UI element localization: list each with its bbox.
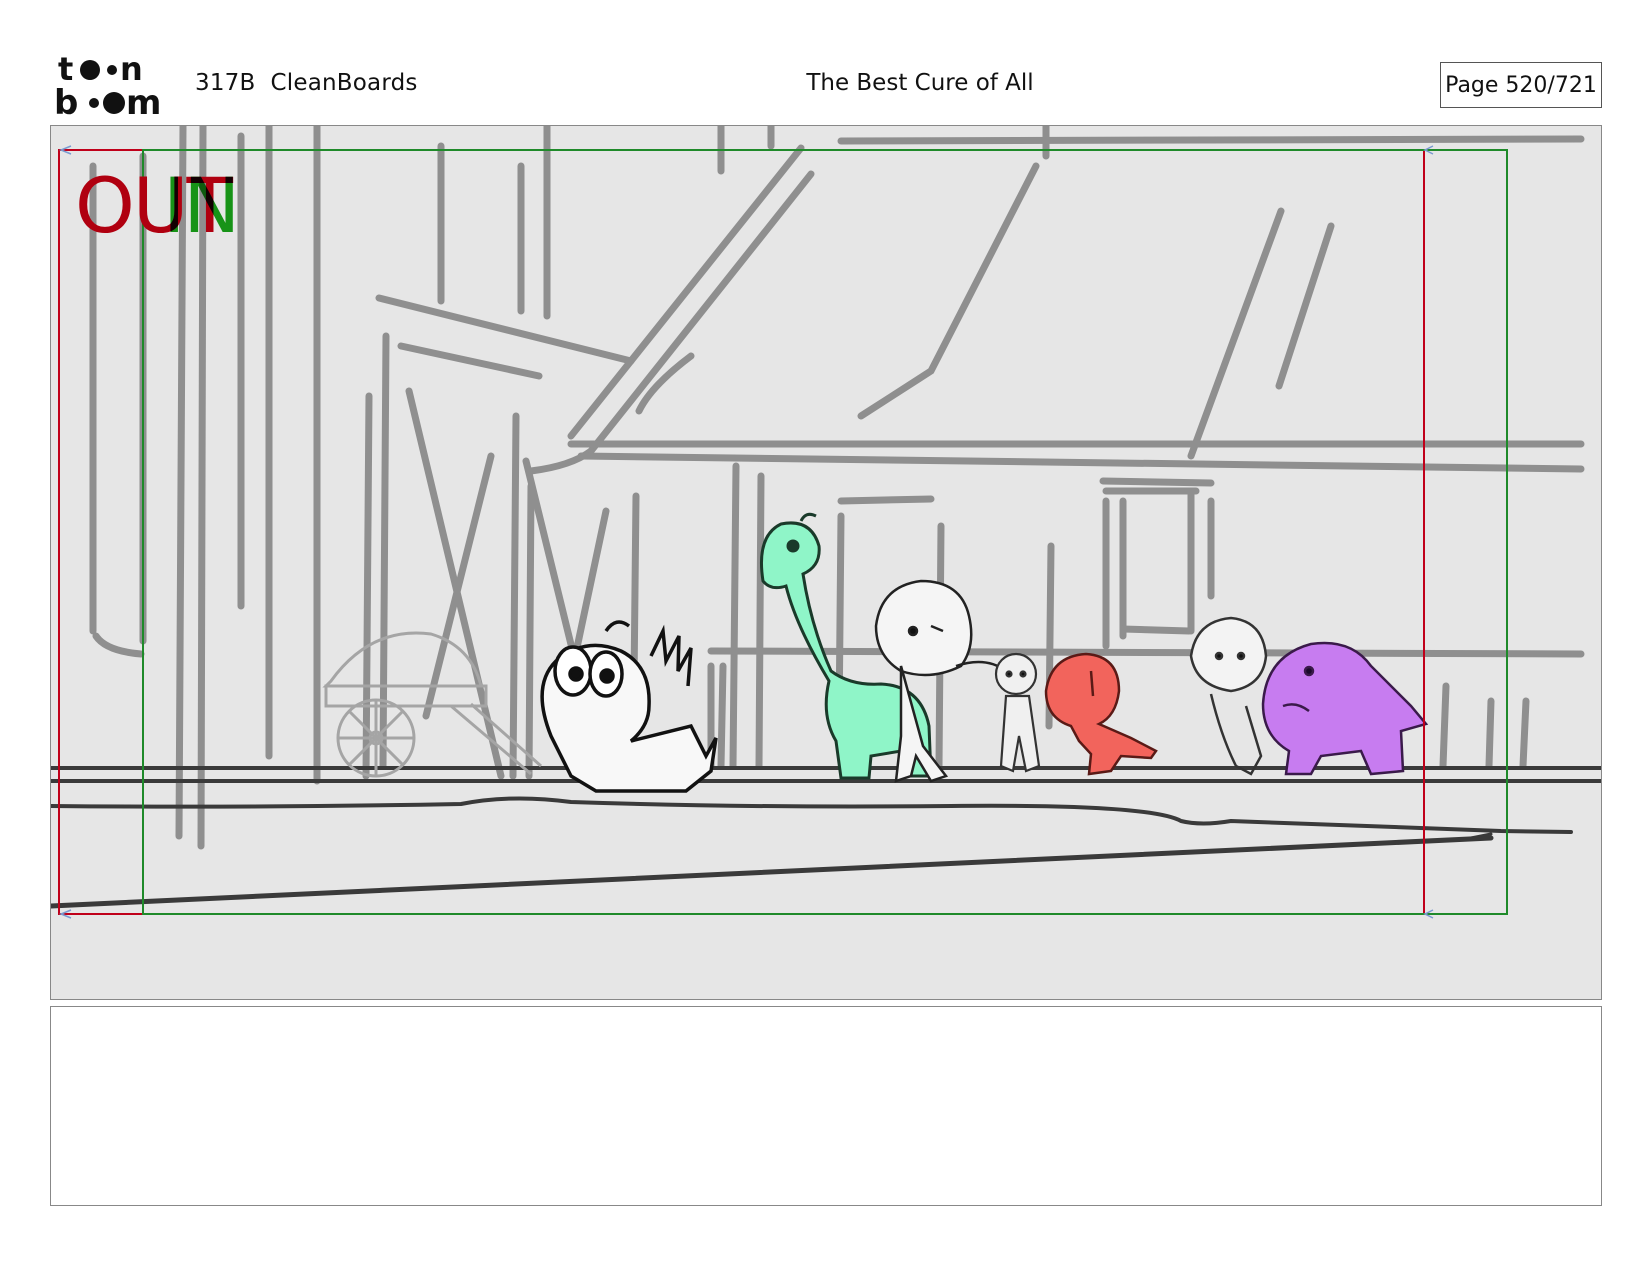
svg-text:b: b: [54, 83, 78, 118]
boy-character: [1189, 616, 1268, 776]
cart-sketch: [322, 631, 542, 778]
in-frame: [142, 149, 1508, 915]
toon-boom-logo-icon: t n b m: [54, 52, 161, 118]
page-header: t n b m 317B CleanBoards The Best Cure o…: [0, 0, 1650, 120]
purple-creature: [1261, 641, 1429, 776]
storyboard-panel: OUT IN: [50, 125, 1602, 1000]
red-creature: [1044, 652, 1158, 776]
in-label: IN: [163, 161, 240, 250]
ground-lines: [51, 766, 1601, 909]
document-title: The Best Cure of All: [806, 70, 1034, 96]
small-kid-character: [994, 652, 1041, 773]
svg-text:m: m: [126, 83, 161, 118]
white-creature-sketch: [540, 620, 718, 793]
panel-caption-box[interactable]: [50, 1006, 1602, 1206]
panel-sketch: [51, 126, 1601, 919]
page-number: Page 520/721: [1440, 62, 1602, 108]
scene-id: 317B CleanBoards: [195, 70, 418, 96]
